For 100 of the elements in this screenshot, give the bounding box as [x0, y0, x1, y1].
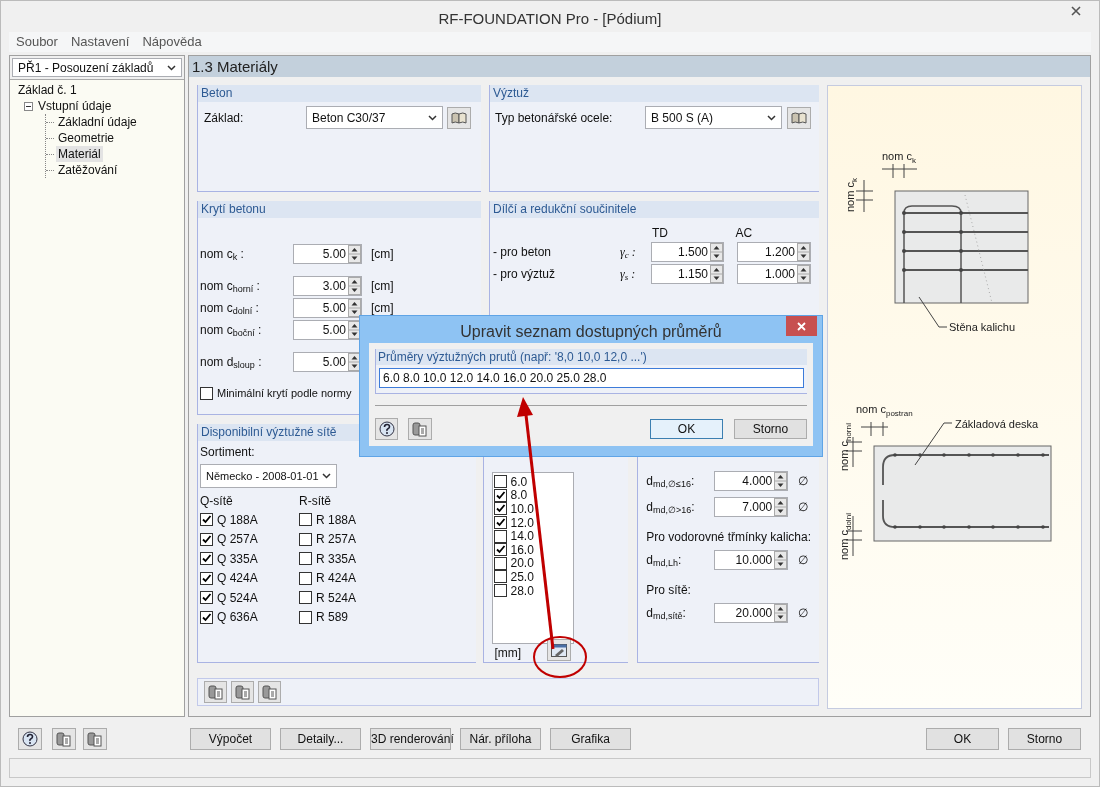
spinner-icon[interactable] — [710, 243, 723, 261]
dialog-button[interactable]: Storno — [734, 419, 807, 439]
cancel-button[interactable]: Storno — [1008, 728, 1081, 750]
menu-item[interactable]: Nápověda — [142, 32, 202, 52]
input-field[interactable]: 6.0 8.0 10.0 12.0 14.0 16.0 20.0 25.0 28.0 — [379, 368, 804, 388]
tree-item[interactable]: Materiál — [56, 146, 103, 162]
toolbar-button[interactable] — [204, 681, 227, 703]
footer-button[interactable]: Detaily... — [280, 728, 361, 750]
checkbox[interactable] — [200, 571, 213, 585]
tree-item[interactable]: Zatěžování — [56, 162, 120, 178]
checkbox-label: R 188A — [316, 511, 357, 529]
menu-item[interactable]: Soubor — [16, 32, 58, 52]
tree-item[interactable]: Vstupní údaje — [36, 98, 114, 114]
tree-item[interactable]: Geometrie — [56, 130, 117, 146]
number-field[interactable]: 1.200 — [737, 242, 811, 262]
number-field[interactable]: 3.00 — [293, 276, 362, 296]
spinner-icon[interactable] — [348, 299, 361, 317]
number-field[interactable]: 1.500 — [651, 242, 724, 262]
checkbox[interactable] — [200, 552, 213, 566]
spinner-icon[interactable] — [348, 321, 361, 339]
checkbox[interactable] — [493, 584, 507, 598]
number-field[interactable]: 5.00 — [293, 244, 362, 264]
dropdown[interactable]: Německo - 2008-01-01 — [200, 464, 337, 488]
number-field[interactable]: 4.000 — [714, 471, 789, 491]
dropdown[interactable]: Beton C30/37 — [306, 106, 443, 129]
book-icon — [451, 111, 467, 124]
checkbox[interactable] — [493, 475, 507, 489]
checkbox[interactable] — [493, 502, 507, 516]
unit-label: [cm] — [371, 246, 394, 263]
dropdown[interactable]: PŘ1 - Posouzení základů — [12, 58, 182, 77]
number-field[interactable]: 1.000 — [737, 264, 811, 284]
checkbox[interactable] — [299, 513, 312, 527]
dialog-button[interactable]: OK — [650, 419, 723, 439]
ok-button[interactable]: OK — [926, 728, 999, 750]
spinner-icon[interactable] — [774, 551, 788, 569]
number-field[interactable]: 1.150 — [651, 264, 724, 284]
checkbox[interactable] — [493, 488, 507, 502]
checkbox[interactable] — [299, 571, 312, 585]
checkbox[interactable] — [493, 556, 507, 570]
checkbox[interactable] — [200, 591, 213, 605]
tree-item[interactable]: Základní údaje — [56, 114, 139, 130]
tree-item[interactable]: Základ č. 1 — [16, 82, 79, 98]
checkbox[interactable] — [493, 570, 507, 584]
checkbox[interactable] — [299, 591, 312, 605]
library-button[interactable] — [447, 106, 471, 129]
help-button[interactable] — [18, 728, 42, 750]
library-button[interactable] — [787, 106, 811, 129]
number-field[interactable]: 20.000 — [714, 603, 789, 623]
checkbox-label: R 335A — [316, 550, 357, 568]
spinner-icon[interactable] — [797, 265, 810, 283]
book-icon — [791, 111, 807, 124]
dropdown[interactable]: B 500 S (A) — [645, 106, 782, 129]
number-field[interactable]: 5.00 — [293, 352, 362, 372]
highlight-circle — [532, 635, 588, 679]
collapse-icon[interactable] — [24, 101, 33, 111]
checkbox[interactable] — [200, 513, 213, 527]
edit-list-button[interactable] — [547, 639, 572, 661]
close-button[interactable] — [786, 316, 817, 336]
number-field[interactable]: 5.00 — [293, 320, 362, 340]
checkbox-label: Q 424A — [217, 570, 258, 588]
export-button[interactable] — [83, 728, 107, 750]
checkbox[interactable] — [200, 386, 213, 400]
number-field[interactable]: 10.000 — [714, 550, 789, 570]
checkbox[interactable] — [299, 610, 312, 624]
help-icon — [22, 731, 38, 747]
checkbox[interactable] — [493, 543, 507, 557]
checkbox-label: R 257A — [316, 531, 357, 549]
field-label: d$_{md,Lh}$: — [646, 552, 683, 569]
checkbox[interactable] — [200, 610, 213, 624]
symbol-label: γ$_{s}$ : — [620, 266, 637, 283]
document-icon — [261, 684, 278, 700]
spinner-icon[interactable] — [774, 472, 788, 490]
import-button[interactable] — [52, 728, 76, 750]
footer-button[interactable]: Nár. příloha — [460, 728, 541, 750]
menu-item[interactable]: Nastavení — [70, 32, 130, 52]
chevron-down-icon — [322, 473, 331, 479]
checkbox[interactable] — [493, 529, 507, 543]
spinner-icon[interactable] — [710, 265, 723, 283]
field-label: Základ: — [204, 109, 245, 127]
help-button[interactable] — [375, 418, 398, 440]
spinner-icon[interactable] — [348, 353, 361, 371]
footer-button[interactable]: Výpočet — [190, 728, 271, 750]
spinner-icon[interactable] — [348, 245, 361, 263]
panel-title: Dílčí a redukční součinitele — [490, 201, 819, 218]
toolbar-button[interactable] — [408, 418, 432, 440]
toolbar-button[interactable] — [231, 681, 254, 703]
checkbox[interactable] — [200, 532, 213, 546]
window-title: RF-FOUNDATION Pro - [Pódium] — [438, 9, 662, 29]
checkbox[interactable] — [493, 516, 507, 530]
toolbar-button[interactable] — [258, 681, 281, 703]
checkbox[interactable] — [299, 552, 312, 566]
number-field[interactable]: 7.000 — [714, 497, 789, 517]
number-field[interactable]: 5.00 — [293, 298, 362, 318]
spinner-icon[interactable] — [797, 243, 810, 261]
spinner-icon[interactable] — [774, 604, 788, 622]
footer-button[interactable]: Grafika — [550, 728, 631, 750]
spinner-icon[interactable] — [348, 277, 361, 295]
help-icon — [378, 421, 395, 437]
checkbox[interactable] — [299, 532, 312, 546]
spinner-icon[interactable] — [774, 498, 788, 516]
